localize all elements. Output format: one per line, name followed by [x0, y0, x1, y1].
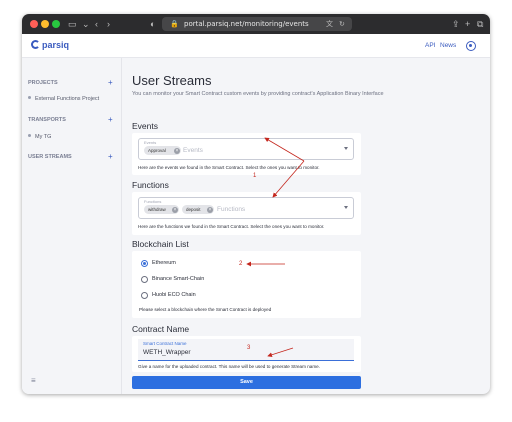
minimize-window-button[interactable]: [41, 20, 49, 28]
sidebar: PROJECTS + External Functions Project TR…: [22, 58, 122, 394]
privacy-shield-icon: ◐: [150, 19, 156, 29]
function-chip-deposit[interactable]: deposit ×: [182, 205, 214, 214]
remove-chip-icon[interactable]: ×: [207, 206, 213, 213]
events-select[interactable]: Events Approval × Events: [138, 138, 354, 160]
back-arrow-icon[interactable]: ‹: [95, 19, 98, 29]
radio-huobi-eco-chain[interactable]: [141, 292, 148, 299]
sidebar-item-label: My TG: [35, 134, 52, 140]
sidebar-item-external-functions-project[interactable]: External Functions Project: [28, 96, 99, 102]
smart-contract-name-value: WETH_Wrapper: [143, 349, 191, 356]
events-card: Events Approval × Events Here are the eve…: [132, 133, 361, 175]
add-project-icon[interactable]: +: [108, 79, 113, 87]
save-button[interactable]: Save: [132, 376, 361, 389]
chip-label: Approval: [148, 148, 166, 153]
radio-label-ethereum[interactable]: Ethereum: [152, 260, 176, 266]
smart-contract-name-input[interactable]: Smart Contract Name WETH_Wrapper: [138, 339, 354, 361]
blockchain-card: Ethereum Binance Smart-Chain Huobi ECO C…: [132, 251, 361, 318]
blockchain-helper-text: Please select a blockchain where the Sma…: [139, 307, 272, 312]
add-user-stream-icon[interactable]: +: [108, 153, 113, 161]
events-placeholder: Events: [183, 147, 203, 154]
functions-field-label: Functions: [144, 199, 162, 204]
radio-ethereum[interactable]: [141, 260, 148, 267]
smart-contract-name-label: Smart Contract Name: [143, 341, 187, 346]
page-title: User Streams: [132, 73, 212, 88]
contract-name-heading: Contract Name: [132, 324, 190, 334]
browser-window: ▭ ⌄ ‹ › ◐ 🔒 portal.parsiq.net/monitoring…: [22, 14, 490, 394]
collapse-menu-icon[interactable]: ≡: [31, 376, 36, 385]
nav-link-api[interactable]: API: [425, 42, 435, 49]
address-url: portal.parsiq.net/monitoring/events: [184, 20, 309, 28]
app-header: parsiq API News: [22, 34, 490, 58]
sidebar-heading-projects: PROJECTS: [28, 80, 58, 86]
user-avatar-icon[interactable]: [466, 41, 476, 51]
annotation-label-3: 3: [247, 345, 251, 351]
browser-titlebar: ▭ ⌄ ‹ › ◐ 🔒 portal.parsiq.net/monitoring…: [22, 14, 490, 34]
events-helper-text: Here are the events we found in the Smar…: [138, 165, 320, 170]
address-bar[interactable]: 🔒 portal.parsiq.net/monitoring/events 文 …: [162, 17, 352, 31]
translate-icon[interactable]: 文: [326, 19, 333, 29]
annotation-label-2: 2: [239, 261, 243, 267]
chip-label: deposit: [186, 207, 201, 212]
dropdown-caret-icon[interactable]: [344, 206, 348, 209]
blockchain-heading: Blockchain List: [132, 239, 189, 249]
event-chip-approval[interactable]: Approval ×: [144, 146, 181, 155]
page-description: You can monitor your Smart Contract cust…: [132, 91, 384, 97]
parsiq-logo[interactable]: parsiq: [31, 40, 69, 50]
add-transport-icon[interactable]: +: [108, 116, 113, 124]
function-chip-withdraw[interactable]: withdraw ×: [144, 205, 179, 214]
bullet-icon: [28, 134, 31, 137]
functions-placeholder: Functions: [217, 206, 246, 213]
functions-helper-text: Here are the functions we found in the S…: [138, 224, 325, 229]
lock-icon: 🔒: [170, 20, 179, 28]
functions-card: Functions withdraw × deposit × Functions H…: [132, 192, 361, 235]
maximize-window-button[interactable]: [52, 20, 60, 28]
reload-icon[interactable]: ↻: [339, 19, 345, 29]
functions-select[interactable]: Functions withdraw × deposit × Functions: [138, 197, 354, 219]
sidebar-heading-user-streams: USER STREAMS: [28, 154, 72, 160]
nav-link-news[interactable]: News: [440, 42, 456, 49]
contract-name-helper-text: Give a name for the uploaded contract. T…: [138, 364, 320, 369]
radio-label-huobi-eco-chain[interactable]: Huobi ECO Chain: [152, 292, 196, 298]
share-icon[interactable]: ⇪: [452, 19, 460, 29]
events-heading: Events: [132, 121, 158, 131]
close-window-button[interactable]: [30, 20, 38, 28]
bullet-icon: [28, 96, 31, 99]
annotation-label-1: 1: [253, 173, 257, 179]
sidebar-toggle-icon[interactable]: ▭: [68, 19, 77, 29]
radio-label-binance-smart-chain[interactable]: Binance Smart-Chain: [152, 276, 204, 282]
main-content: User Streams You can monitor your Smart …: [123, 58, 490, 394]
radio-binance-smart-chain[interactable]: [141, 276, 148, 283]
tab-overview-icon[interactable]: ⧉: [477, 19, 483, 29]
tab-chevron-icon[interactable]: ⌄: [82, 19, 90, 29]
events-field-label: Events: [144, 140, 157, 145]
functions-heading: Functions: [132, 180, 169, 190]
dropdown-caret-icon[interactable]: [344, 147, 348, 150]
sidebar-item-label: External Functions Project: [35, 96, 100, 102]
chip-label: withdraw: [148, 207, 166, 212]
logo-icon: [31, 40, 40, 49]
new-tab-icon[interactable]: +: [465, 19, 470, 29]
remove-chip-icon[interactable]: ×: [174, 147, 180, 154]
sidebar-item-my-tg[interactable]: My TG: [28, 134, 51, 140]
remove-chip-icon[interactable]: ×: [172, 206, 178, 213]
logo-text: parsiq: [42, 40, 70, 50]
contract-name-card: Smart Contract Name WETH_Wrapper Give a …: [132, 336, 361, 372]
sidebar-heading-transports: TRANSPORTS: [28, 117, 66, 123]
forward-arrow-icon[interactable]: ›: [107, 19, 110, 29]
